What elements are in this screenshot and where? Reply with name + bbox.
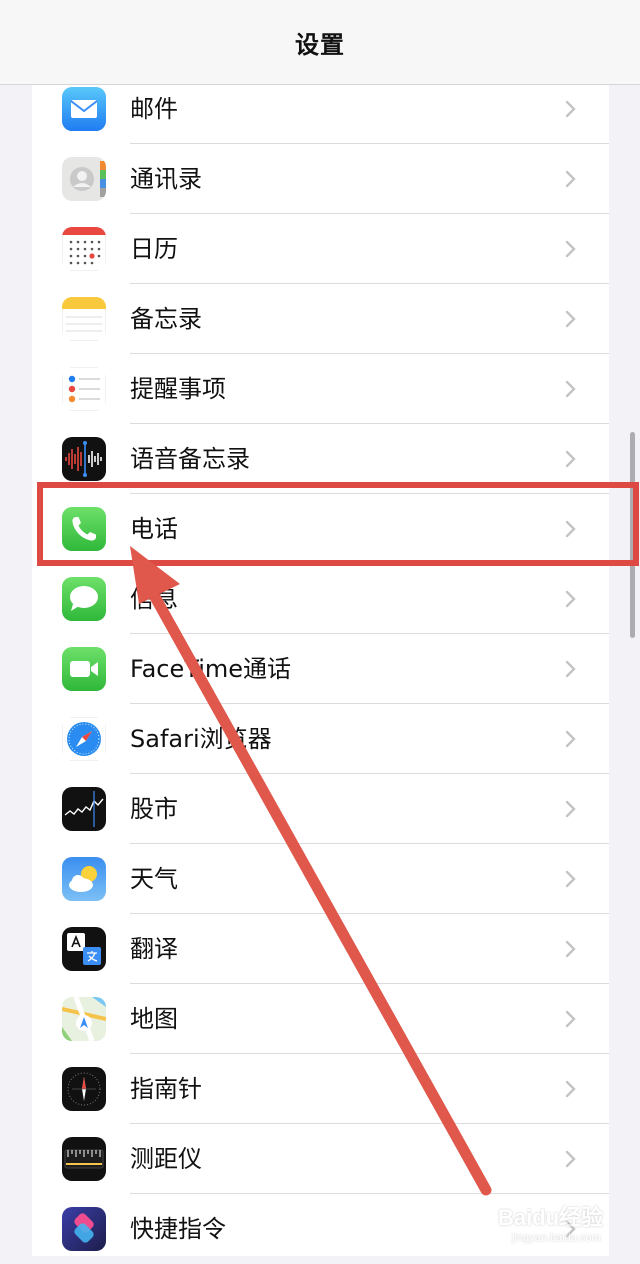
settings-row-reminders[interactable]: 提醒事项 [32, 354, 609, 424]
settings-row-label: 信息 [130, 585, 178, 613]
chevron-right-icon [565, 310, 576, 328]
settings-row-compass[interactable]: 指南针 [32, 1054, 609, 1124]
stocks-icon [62, 787, 106, 831]
settings-row-stocks[interactable]: 股市 [32, 774, 609, 844]
page-title: 设置 [295, 30, 345, 59]
settings-row-safari[interactable]: Safari浏览器 [32, 704, 609, 774]
translate-icon [62, 927, 106, 971]
reminders-icon [62, 367, 106, 411]
notes-icon [62, 297, 106, 341]
watermark: Baidu经验 jingyan.baidu.com [490, 1188, 620, 1252]
settings-row-label: 测距仪 [130, 1145, 202, 1173]
settings-row-label: 通讯录 [130, 165, 202, 193]
settings-row-label: 语音备忘录 [130, 445, 250, 473]
compass-icon [62, 1067, 106, 1111]
settings-row-phone[interactable]: 电话 [32, 494, 609, 564]
mail-icon [62, 87, 106, 131]
shortcuts-icon [62, 1207, 106, 1251]
watermark-sub-text: jingyan.baidu.com [512, 1232, 601, 1244]
chevron-right-icon [565, 940, 576, 958]
settings-row-label: 提醒事项 [130, 375, 226, 403]
settings-row-maps[interactable]: 地图 [32, 984, 609, 1054]
safari-icon [62, 717, 106, 761]
settings-row-measure[interactable]: 测距仪 [32, 1124, 609, 1194]
chevron-right-icon [565, 1010, 576, 1028]
settings-row-label: 翻译 [130, 935, 178, 963]
settings-list: 邮件 通讯录 日历 备忘录 提醒事项 语音备忘录 电话 信息 FaceTime通… [32, 85, 609, 1256]
settings-row-contacts[interactable]: 通讯录 [32, 144, 609, 214]
phone-icon [62, 507, 106, 551]
chevron-right-icon [565, 660, 576, 678]
settings-row-label: Safari浏览器 [130, 725, 272, 753]
navigation-bar: 设置 [0, 0, 640, 85]
settings-row-facetime[interactable]: FaceTime通话 [32, 634, 609, 704]
settings-row-weather[interactable]: 天气 [32, 844, 609, 914]
settings-row-label: 快捷指令 [130, 1215, 226, 1243]
chevron-right-icon [565, 450, 576, 468]
measure-icon [62, 1137, 106, 1181]
chevron-right-icon [565, 730, 576, 748]
chevron-right-icon [565, 520, 576, 538]
settings-row-label: 天气 [130, 865, 178, 893]
voice-memos-icon [62, 437, 106, 481]
chevron-right-icon [565, 1080, 576, 1098]
chevron-right-icon [565, 800, 576, 818]
maps-icon [62, 997, 106, 1041]
settings-row-label: 地图 [130, 1005, 178, 1033]
settings-row-label: 备忘录 [130, 305, 202, 333]
chevron-right-icon [565, 590, 576, 608]
settings-row-label: 日历 [130, 235, 178, 263]
settings-row-label: 指南针 [130, 1075, 202, 1103]
weather-icon [62, 857, 106, 901]
settings-row-notes[interactable]: 备忘录 [32, 284, 609, 354]
settings-row-label: 电话 [130, 515, 178, 543]
chevron-right-icon [565, 870, 576, 888]
chevron-right-icon [565, 240, 576, 258]
settings-row-label: 股市 [130, 795, 178, 823]
chevron-right-icon [565, 100, 576, 118]
settings-row-calendar[interactable]: 日历 [32, 214, 609, 284]
chevron-right-icon [565, 380, 576, 398]
scroll-indicator[interactable] [630, 432, 635, 638]
messages-icon [62, 577, 106, 621]
settings-row-messages[interactable]: 信息 [32, 564, 609, 634]
settings-row-translate[interactable]: 翻译 [32, 914, 609, 984]
settings-row-label: FaceTime通话 [130, 655, 292, 683]
contacts-icon [62, 157, 106, 201]
watermark-main-text: Baidu经验 [498, 1205, 604, 1230]
settings-row-voice-memos[interactable]: 语音备忘录 [32, 424, 609, 494]
facetime-icon [62, 647, 106, 691]
calendar-icon [62, 227, 106, 271]
chevron-right-icon [565, 170, 576, 188]
chevron-right-icon [565, 1150, 576, 1168]
